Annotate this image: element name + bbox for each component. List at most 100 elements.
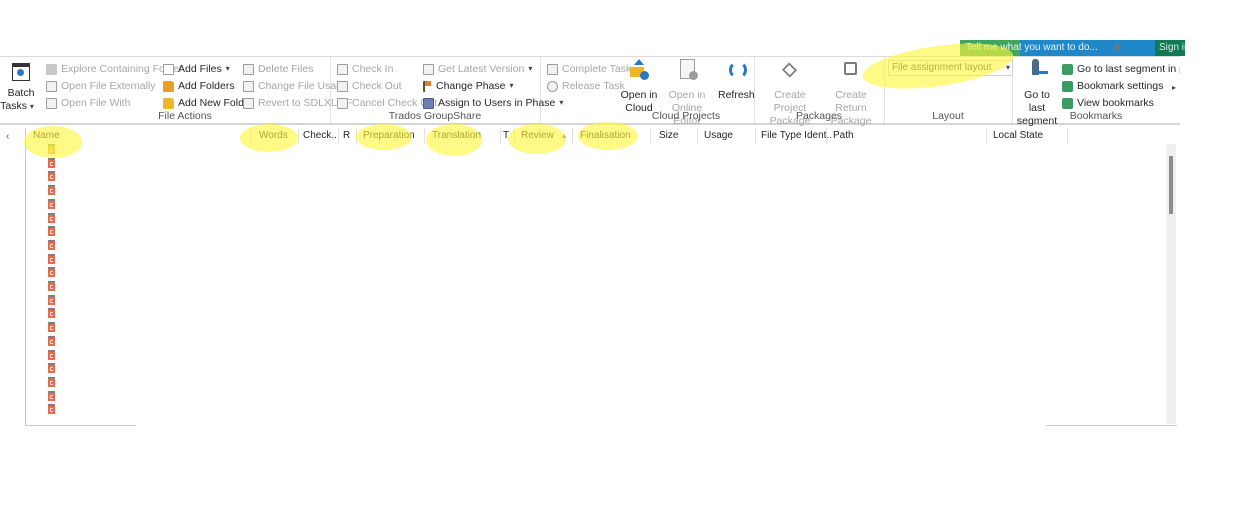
view-bookmarks-button[interactable]: View bookmarks bbox=[1062, 95, 1154, 111]
column-header-path[interactable]: Path bbox=[826, 128, 854, 144]
sign-in-label: Sign in bbox=[1159, 42, 1185, 53]
add-files-button[interactable]: Add Files ▾ bbox=[163, 61, 230, 77]
ribbon-overflow-icon[interactable]: ▸ bbox=[1172, 83, 1176, 92]
file-actions-group: Explore Containing Folder Open File Exte… bbox=[40, 57, 353, 123]
open-in-cloud-button[interactable]: Open in Cloud bbox=[620, 59, 658, 115]
column-header-file-type[interactable]: File Type Ident.. bbox=[755, 128, 832, 144]
go-to-last-segment-in-project-button[interactable]: Go to last segment in project bbox=[1062, 61, 1180, 77]
file-row-icon[interactable] bbox=[48, 363, 55, 374]
change-phase-label: Change Phase bbox=[436, 80, 506, 92]
file-row-icon[interactable] bbox=[48, 185, 55, 196]
files-grid: ‹ Name Words Check.. R Preparation Trans… bbox=[0, 124, 1177, 426]
release-task-icon bbox=[547, 80, 558, 92]
add-folders-button[interactable]: Add Folders bbox=[163, 78, 235, 94]
file-row-icon[interactable] bbox=[48, 281, 55, 291]
file-row-icon[interactable] bbox=[48, 239, 55, 250]
file-row-icon[interactable] bbox=[48, 253, 55, 264]
layout-group: File assignment layout ▾ Layout bbox=[884, 57, 1013, 123]
add-new-folder-button[interactable]: Add New Folder bbox=[163, 95, 253, 111]
tell-me-search[interactable]: Tell me what you want to do... bbox=[960, 40, 1170, 56]
file-row-icon[interactable] bbox=[48, 308, 55, 319]
add-files-label: Add Files bbox=[178, 63, 222, 75]
sort-ascending-icon: ▲ bbox=[560, 133, 568, 140]
column-header-t[interactable]: T bbox=[500, 128, 509, 144]
column-header-name[interactable]: Name bbox=[33, 128, 60, 144]
folder-icon bbox=[46, 63, 57, 75]
column-header-review[interactable]: Review ▲ bbox=[514, 128, 568, 144]
delete-files-label: Delete Files bbox=[258, 63, 314, 75]
file-row-icon[interactable] bbox=[48, 144, 55, 154]
file-row-icon[interactable] bbox=[48, 226, 55, 237]
column-header-preparation[interactable]: Preparation bbox=[356, 128, 415, 144]
file-row-icon[interactable] bbox=[48, 404, 55, 415]
refresh-button[interactable]: Refresh bbox=[718, 59, 755, 102]
layout-group-label: Layout bbox=[932, 110, 964, 122]
open-file-external-icon bbox=[46, 80, 57, 92]
release-task-button[interactable]: Release Task bbox=[547, 78, 625, 94]
ribbon-options-icon[interactable]: ◆ bbox=[1110, 40, 1124, 56]
groupshare-group-label: Trados GroupShare bbox=[388, 110, 482, 122]
bookmark-settings-icon bbox=[1062, 80, 1073, 92]
batch-tasks-icon bbox=[12, 63, 30, 81]
change-file-usage-icon bbox=[243, 80, 254, 92]
check-out-button[interactable]: Check Out bbox=[337, 78, 402, 94]
vertical-scrollbar[interactable] bbox=[1166, 144, 1176, 424]
sign-in-button[interactable]: Sign in bbox=[1155, 40, 1185, 56]
column-header-check[interactable]: Check.. bbox=[298, 128, 337, 144]
open-file-externally-button[interactable]: Open File Externally bbox=[46, 78, 156, 94]
open-file-externally-label: Open File Externally bbox=[61, 80, 156, 92]
add-folders-label: Add Folders bbox=[178, 80, 235, 92]
file-row-icon[interactable] bbox=[48, 157, 55, 168]
complete-task-icon bbox=[547, 63, 558, 75]
explore-containing-folder-button[interactable]: Explore Containing Folder bbox=[46, 61, 182, 77]
column-header-size[interactable]: Size bbox=[650, 128, 678, 144]
column-header-translation[interactable]: Translation bbox=[424, 128, 481, 144]
packages-group-label: Packages bbox=[795, 110, 843, 122]
chevron-down-icon: ▾ bbox=[29, 102, 34, 111]
open-in-cloud-label-1: Open in bbox=[620, 89, 658, 101]
tell-me-placeholder: Tell me what you want to do... bbox=[966, 42, 1098, 53]
open-file-with-icon bbox=[46, 97, 57, 109]
file-row-icon[interactable] bbox=[48, 294, 55, 305]
check-in-button[interactable]: Check In bbox=[337, 61, 393, 77]
bookmark-settings-label: Bookmark settings bbox=[1077, 80, 1164, 92]
open-file-with-button[interactable]: Open File With bbox=[46, 95, 130, 111]
go-to-segment-icon bbox=[1024, 59, 1050, 83]
file-row-icon[interactable] bbox=[48, 376, 55, 387]
delete-files-button[interactable]: Delete Files bbox=[243, 61, 313, 77]
column-header-r[interactable]: R bbox=[338, 128, 350, 144]
layout-dropdown[interactable]: File assignment layout ▾ bbox=[888, 60, 1013, 76]
file-row-icon[interactable] bbox=[48, 349, 55, 360]
assign-to-users-label: Assign to Users in Phase bbox=[438, 97, 556, 109]
chevron-down-icon: ▾ bbox=[509, 81, 514, 90]
package-icon bbox=[777, 59, 803, 83]
delete-files-icon bbox=[243, 63, 254, 75]
file-row-icon[interactable] bbox=[48, 171, 55, 182]
file-row-icon[interactable] bbox=[48, 322, 55, 333]
file-row-icon[interactable] bbox=[48, 198, 55, 209]
open-file-with-label: Open File With bbox=[61, 97, 131, 109]
scrollbar-thumb[interactable] bbox=[1169, 156, 1173, 214]
bookmark-settings-button[interactable]: Bookmark settings bbox=[1062, 78, 1163, 94]
batch-tasks-label-2: Tasks bbox=[0, 100, 27, 112]
collapse-panel-icon[interactable]: ‹ bbox=[6, 131, 9, 142]
file-row-icon[interactable] bbox=[48, 212, 55, 223]
column-header-usage[interactable]: Usage bbox=[697, 128, 733, 144]
get-latest-version-button[interactable]: Get Latest Version ▾ bbox=[423, 61, 532, 77]
cloud-upload-icon bbox=[626, 59, 652, 83]
file-row-icon[interactable] bbox=[48, 390, 55, 401]
batch-tasks-button[interactable]: Batch Tasks ▾ bbox=[0, 59, 38, 113]
file-row-icon[interactable] bbox=[48, 335, 55, 346]
add-new-folder-label: Add New Folder bbox=[178, 97, 254, 109]
view-bookmarks-label: View bookmarks bbox=[1077, 97, 1154, 109]
column-header-local-state[interactable]: Local State bbox=[986, 128, 1065, 144]
open-online-editor-label-1: Open in bbox=[668, 89, 706, 101]
batch-tasks-group: Batch Tasks ▾ bbox=[0, 57, 40, 123]
file-row-icon[interactable] bbox=[48, 267, 55, 278]
add-files-icon bbox=[163, 63, 174, 75]
column-header-finalisation[interactable]: Finalisation bbox=[572, 128, 631, 144]
column-header-words[interactable]: Words bbox=[250, 128, 299, 144]
check-in-label: Check In bbox=[352, 63, 394, 75]
bookmarks-group: Go to last segment Go to last segment in… bbox=[1012, 57, 1180, 127]
change-phase-button[interactable]: Change Phase ▾ bbox=[423, 78, 514, 94]
